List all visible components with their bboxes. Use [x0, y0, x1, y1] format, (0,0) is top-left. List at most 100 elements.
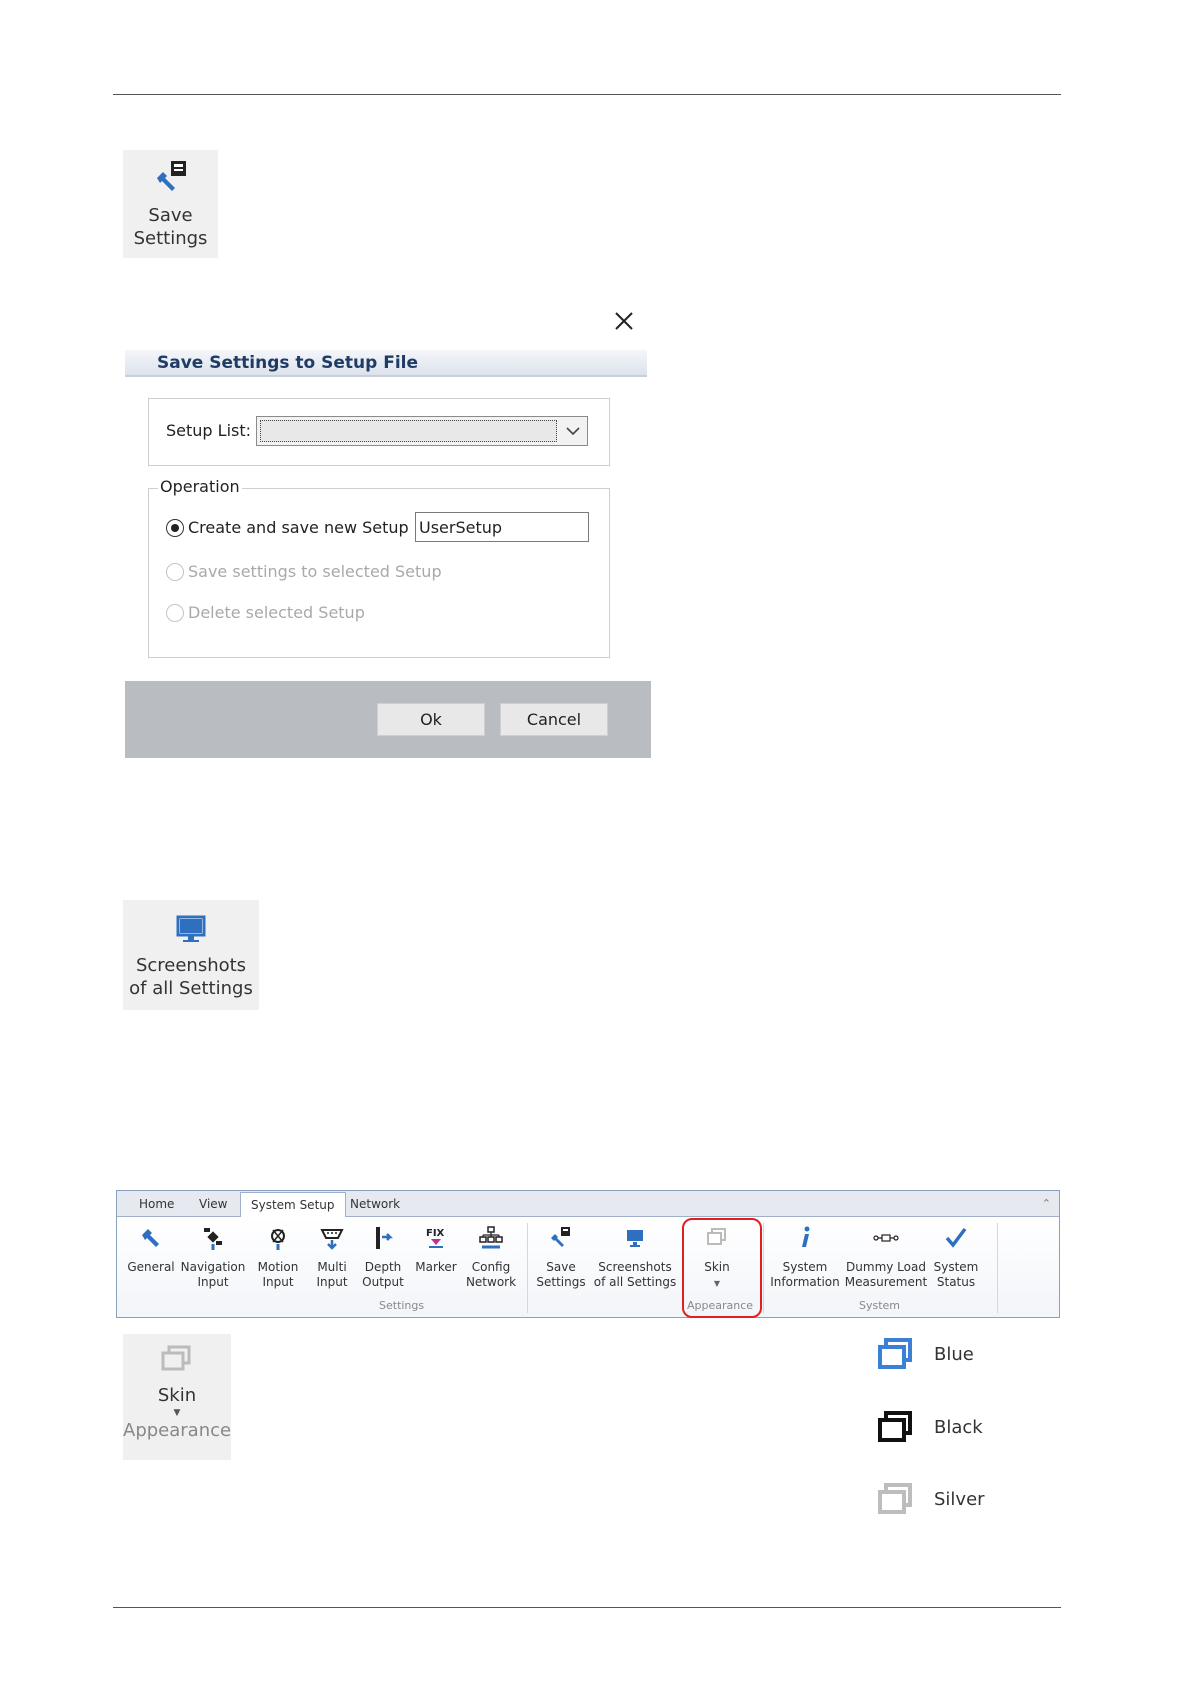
screenshots-tile[interactable]: Screenshots of all Settings: [123, 900, 259, 1010]
screenshots-label-2: of all Settings: [129, 978, 253, 999]
label: Marker: [415, 1260, 457, 1274]
bottom-rule: [113, 1607, 1061, 1608]
system-group-label: System: [859, 1299, 901, 1312]
ribbon-config-network-button[interactable]: Config Network: [461, 1217, 521, 1297]
label: Dummy Load: [846, 1260, 926, 1274]
label: System: [933, 1260, 979, 1274]
ribbon-body: General Navigation Input Motion Input Mult…: [117, 1217, 1059, 1317]
ribbon-save-settings-button[interactable]: Save Settings: [531, 1217, 591, 1297]
ok-button[interactable]: Ok: [377, 703, 485, 736]
top-rule: [113, 94, 1061, 95]
dialog-title: Save Settings to Setup File: [157, 353, 419, 373]
label: Measurement: [844, 1275, 928, 1289]
checkmark-icon: [945, 1227, 967, 1248]
monitor-icon: [176, 915, 206, 942]
option-delete-selected[interactable]: Delete selected Setup: [166, 603, 365, 622]
silver-skin-icon: [878, 1483, 912, 1514]
label: Config: [471, 1260, 511, 1274]
label: Screenshots: [598, 1260, 672, 1274]
option-create-new-setup[interactable]: Create and save new Setup: [166, 518, 409, 537]
label: Input: [197, 1275, 229, 1289]
label: Navigation: [180, 1260, 246, 1274]
skin-option-label: Black: [934, 1416, 983, 1438]
wrench-icon: [142, 1229, 159, 1247]
settings-group-label: Settings: [379, 1299, 425, 1312]
ribbon-motion-input-button[interactable]: Motion Input: [247, 1217, 309, 1297]
network-icon: [479, 1226, 503, 1249]
setup-list-label: Setup List:: [166, 421, 252, 440]
skin-highlight-box: [682, 1218, 762, 1318]
skin-option-blue[interactable]: Blue: [876, 1337, 974, 1371]
ribbon-tabs: Home View System Setup Network ⌃: [117, 1191, 1059, 1217]
new-setup-name-input[interactable]: [415, 512, 589, 542]
label: Information: [770, 1275, 840, 1289]
satellite-icon: [204, 1228, 222, 1250]
cancel-button[interactable]: Cancel: [500, 703, 608, 736]
info-icon: [802, 1226, 810, 1247]
skin-option-black[interactable]: Black: [876, 1410, 983, 1444]
label: Status: [936, 1275, 976, 1289]
ribbon-system-status-button[interactable]: System Status: [929, 1217, 983, 1297]
radio-create-new[interactable]: [166, 518, 184, 537]
label: Input: [316, 1275, 348, 1289]
tab-network[interactable]: Network: [350, 1197, 400, 1211]
ribbon-dummy-load-button[interactable]: Dummy Load Measurement: [843, 1217, 929, 1297]
option-delete-label: Delete selected Setup: [188, 603, 365, 622]
tab-view[interactable]: View: [199, 1197, 227, 1211]
connector-icon: [320, 1229, 344, 1250]
skin-tile-label: Skin: [157, 1385, 197, 1406]
dropdown-arrow-icon: ▼: [173, 1408, 181, 1418]
motion-sensor-icon: [271, 1229, 285, 1250]
marker-fix-text: FIX: [426, 1228, 445, 1239]
ribbon-multi-input-button[interactable]: Multi Input: [309, 1217, 355, 1297]
label: Multi: [317, 1260, 347, 1274]
dialog-footer: Ok Cancel: [125, 681, 651, 758]
depth-output-icon: [376, 1227, 394, 1249]
skin-tile[interactable]: Skin ▼ Appearance: [123, 1334, 231, 1460]
option-save-selected-label: Save settings to selected Setup: [188, 562, 442, 581]
operation-legend: Operation: [158, 477, 242, 496]
label: Settings: [536, 1275, 586, 1289]
ribbon-general-button[interactable]: General: [123, 1217, 179, 1297]
close-icon[interactable]: [613, 310, 635, 332]
separator: [997, 1223, 998, 1313]
save-settings-label-2: Settings: [133, 228, 208, 249]
save-settings-label-1: Save: [148, 205, 193, 226]
save-settings-icon: [551, 1227, 570, 1247]
windows-skin-icon: [161, 1345, 191, 1371]
radio-delete-selected[interactable]: [166, 603, 184, 622]
ribbon-screenshots-button[interactable]: Screenshots of all Settings: [591, 1217, 679, 1297]
ribbon-marker-button[interactable]: FIX Marker: [411, 1217, 461, 1297]
skin-option-silver[interactable]: Silver: [876, 1482, 985, 1516]
ribbon-navigation-input-button[interactable]: Navigation Input: [179, 1217, 247, 1297]
blue-skin-icon: [878, 1338, 912, 1369]
label: System: [782, 1260, 828, 1274]
skin-option-label: Silver: [934, 1488, 985, 1510]
setup-list-value: [260, 420, 557, 442]
collapse-ribbon-icon[interactable]: ⌃: [1042, 1197, 1051, 1210]
marker-fix-icon: FIX: [426, 1228, 445, 1248]
skin-option-label: Blue: [934, 1343, 974, 1365]
separator: [527, 1223, 528, 1313]
label: of all Settings: [593, 1275, 677, 1289]
save-settings-tile[interactable]: Save Settings: [123, 150, 218, 258]
radio-save-selected[interactable]: [166, 562, 184, 581]
label: Network: [465, 1275, 517, 1289]
label: Depth: [364, 1260, 402, 1274]
label: Motion: [257, 1260, 299, 1274]
resistor-icon: [873, 1234, 899, 1242]
screenshots-label-1: Screenshots: [135, 955, 247, 976]
ribbon-depth-output-button[interactable]: Depth Output: [355, 1217, 411, 1297]
tab-home[interactable]: Home: [139, 1197, 174, 1211]
setup-list-combobox[interactable]: [256, 416, 588, 446]
option-save-to-selected[interactable]: Save settings to selected Setup: [166, 562, 442, 581]
chevron-down-icon[interactable]: [559, 417, 587, 445]
save-settings-icon: [156, 161, 186, 191]
ribbon-toolbar: Home View System Setup Network ⌃ General…: [116, 1190, 1060, 1318]
dialog-title-bar: Save Settings to Setup File: [125, 350, 647, 377]
appearance-label: Appearance: [123, 1420, 232, 1441]
tab-system-setup[interactable]: System Setup: [240, 1192, 346, 1217]
option-create-label: Create and save new Setup: [188, 518, 409, 537]
label: Output: [362, 1275, 404, 1289]
ribbon-system-information-button[interactable]: System Information: [767, 1217, 843, 1297]
